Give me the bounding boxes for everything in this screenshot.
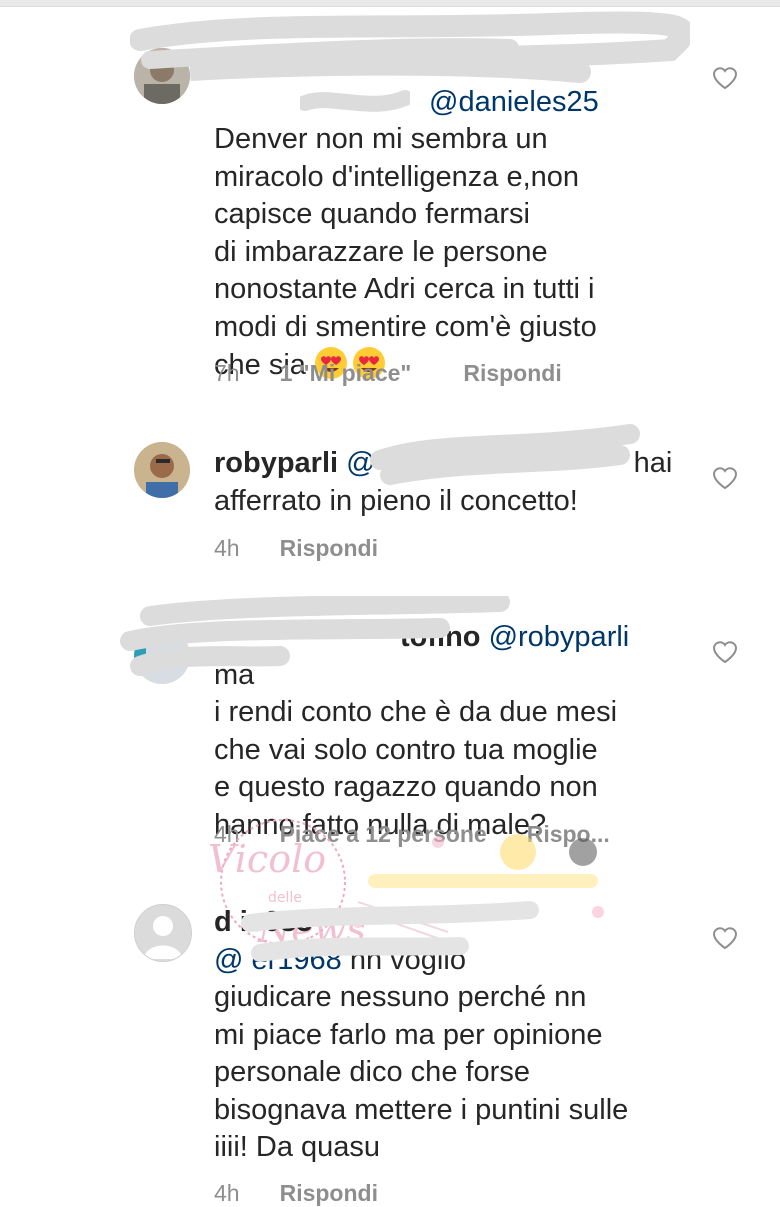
avatar-image [134, 48, 190, 104]
comment-body: nn voglio giudicare nessuno perché nn mi… [214, 943, 629, 1164]
comment-mention[interactable]: @robyparli [489, 621, 630, 653]
comment-meta: 4h Rispondi [214, 1180, 430, 1207]
comment-mention[interactable]: @ [346, 447, 375, 479]
comment-time: 4h [214, 535, 240, 561]
avatar[interactable] [134, 442, 190, 498]
comment-time: 7h [214, 360, 240, 386]
comment-username[interactable]: tofino [400, 621, 481, 653]
avatar[interactable] [134, 904, 192, 962]
comment-text: @danieles25 Denver non mi sembra un mira… [214, 46, 674, 385]
default-avatar-icon [135, 905, 191, 961]
like-heart-icon[interactable] [712, 640, 738, 664]
comment-meta: 4h Rispondi [214, 535, 430, 562]
like-heart-icon[interactable] [712, 466, 738, 490]
comment-username[interactable]: robyparli [214, 447, 338, 479]
reply-button[interactable]: Rispondi [280, 1180, 378, 1206]
comment-meta: 7h 1 "Mi piace" Rispondi [214, 360, 614, 387]
comment-mention[interactable]: @danieles25 [429, 86, 599, 118]
comment-body: Denver non mi sembra un miracolo d'intel… [214, 123, 597, 381]
like-heart-icon[interactable] [712, 926, 738, 950]
avatar-image [134, 628, 190, 684]
comment-text: tofino @robyparli ma i rendi conto che è… [214, 619, 674, 844]
likes-count[interactable]: 1 "Mi piace" [280, 360, 412, 386]
like-heart-icon[interactable] [712, 66, 738, 90]
comment-body: ma i rendi conto che è da due mesi che v… [214, 658, 618, 841]
comment-text: d ic083 @ er1968 nn voglio giudicare nes… [214, 904, 674, 1167]
comment-username[interactable]: d ic083 [214, 906, 312, 938]
reply-button[interactable]: Rispo... [527, 821, 610, 847]
likes-count[interactable]: Piace a 12 persone [280, 821, 487, 847]
reply-button[interactable]: Rispondi [280, 535, 378, 561]
comment-text: robyparli @ hai afferrato in pieno il con… [214, 445, 674, 520]
avatar[interactable] [134, 48, 190, 104]
comment-time: 4h [214, 1180, 240, 1206]
comment-mention[interactable]: @ er1968 [214, 944, 342, 976]
avatar[interactable] [134, 628, 190, 684]
comment-meta: 4h Piace a 12 persone Rispo... [214, 821, 662, 848]
top-divider [0, 0, 780, 7]
avatar-image [134, 442, 190, 498]
reply-button[interactable]: Rispondi [463, 360, 561, 386]
comment-time: 4h [214, 821, 240, 847]
